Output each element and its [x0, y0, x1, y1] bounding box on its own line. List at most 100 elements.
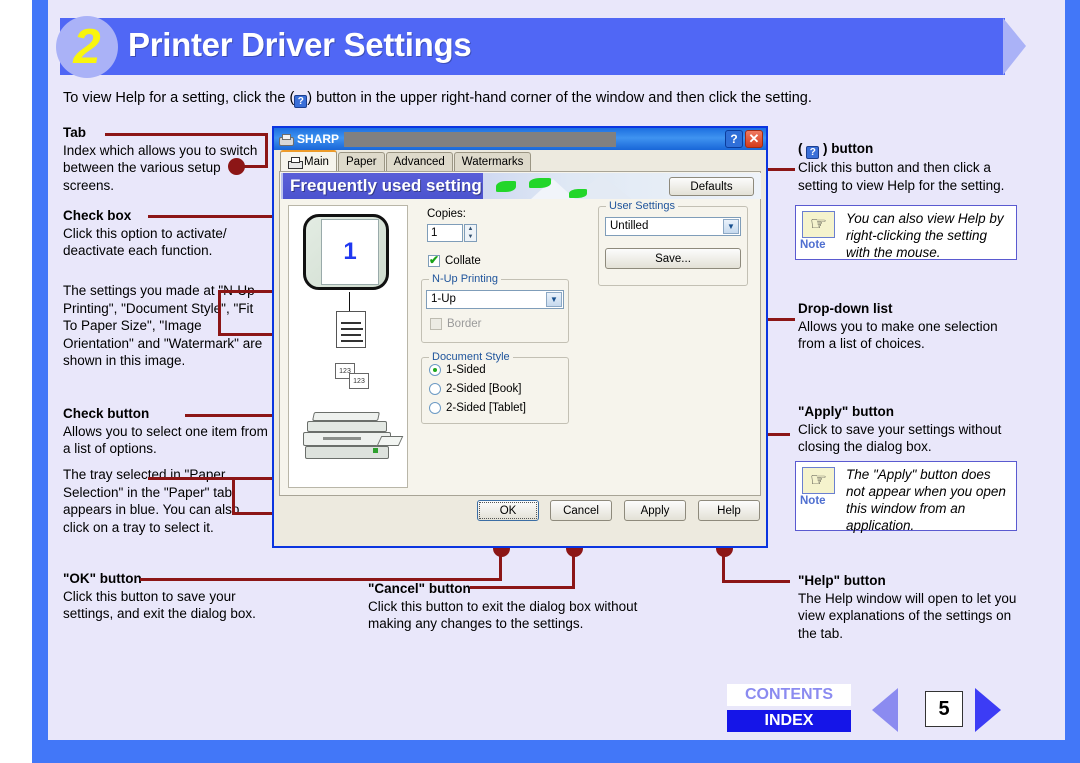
defaults-button[interactable]: Defaults	[669, 177, 754, 196]
copies-spinner-down[interactable]: ▼	[465, 233, 476, 241]
callout-line-tray-v	[232, 477, 235, 515]
tab-advanced[interactable]: Advanced	[385, 152, 453, 171]
user-settings-combo[interactable]: Untilled ▼	[605, 217, 741, 236]
contents-button[interactable]: CONTENTS	[727, 684, 851, 706]
nup-printing-group-title: N-Up Printing	[429, 273, 502, 285]
note-text-help: You can also view Help by right-clicking…	[846, 211, 1004, 260]
intro-text-before: To view Help for a setting, click the (	[63, 90, 295, 106]
titlebar-buttons: ? ✕	[725, 130, 763, 148]
note-hand-icon: ☞	[809, 214, 828, 235]
annotation-help-button: "Help" button The Help window will open …	[798, 572, 1026, 642]
dialog-body: Frequently used setting Defaults 1 123 1…	[279, 171, 761, 496]
annotation-help-icon-body: Click this button and then click a setti…	[798, 160, 1005, 193]
preview-doc-line-3	[341, 334, 361, 336]
preview-printer-illustration[interactable]	[301, 406, 404, 466]
dialog-app-name: SHARP	[297, 132, 340, 146]
note-label-apply: Note	[800, 495, 826, 507]
cancel-button[interactable]: Cancel	[550, 500, 612, 521]
annotation-apply-body: Click to save your settings without clos…	[798, 421, 1002, 455]
callout-line-tab	[105, 133, 268, 136]
dialog-titlebar: SHARP ? ✕	[274, 128, 766, 150]
mfp-output-tray	[376, 436, 404, 446]
banner-leaf-icon-3	[569, 189, 587, 198]
save-button[interactable]: Save...	[605, 248, 741, 269]
annotation-cancel-button-body: Click this button to exit the dialog box…	[368, 598, 638, 632]
copies-input[interactable]: 1	[427, 224, 463, 242]
annotation-apply-heading: "Apply" button	[798, 404, 895, 419]
callout-line-tab-v	[265, 133, 268, 168]
preview-page-number: 1	[343, 238, 357, 265]
collate-label: Collate	[445, 255, 481, 267]
tab-advanced-label: Advanced	[393, 156, 445, 168]
annotation-help-suffix: ) button	[819, 141, 874, 156]
preview-document-icon	[336, 311, 366, 348]
copies-spinner[interactable]: ▲ ▼	[464, 224, 477, 242]
tab-main-label: Main	[304, 155, 329, 168]
page-number-indicator: 5	[925, 691, 963, 727]
callout-line-preview-v2	[218, 290, 221, 336]
border-label: Border	[447, 318, 482, 330]
note-box-help: ☞ Note You can also view Help by right-c…	[795, 205, 1017, 260]
titlebar-close-button[interactable]: ✕	[745, 130, 763, 148]
help-question-icon-right: ?	[806, 146, 820, 159]
annotation-help-button-heading: "Help" button	[798, 573, 886, 588]
dialog-footer: OK Cancel Apply Help	[279, 500, 761, 526]
banner-title: Frequently used setting	[283, 173, 483, 199]
tab-watermarks-label: Watermarks	[461, 156, 524, 168]
help-button[interactable]: Help	[698, 500, 760, 521]
mfp-scanner	[307, 421, 387, 432]
callout-line-cancel	[470, 586, 575, 589]
annotation-help-button-body: The Help window will open to let you vie…	[798, 590, 1017, 641]
tab-paper[interactable]: Paper	[337, 152, 385, 171]
preview-collate-stack-2: 123	[349, 373, 369, 389]
border-checkbox[interactable]	[430, 318, 442, 330]
nup-printing-combo[interactable]: 1-Up ▼	[426, 290, 564, 309]
dialog-title-masked	[344, 131, 617, 147]
note-box-apply: ☞ Note The "Apply" button does not appea…	[795, 461, 1017, 533]
callout-dot-tab	[228, 158, 245, 175]
user-settings-group-title: User Settings	[606, 200, 679, 212]
user-settings-value: Untilled	[610, 220, 649, 232]
annotation-check-box-body: Click this option to activate/ deactivat…	[63, 225, 227, 259]
copies-label: Copies:	[427, 208, 466, 220]
mfp-paper-slot	[323, 437, 361, 440]
ok-button[interactable]: OK	[477, 500, 539, 521]
apply-button[interactable]: Apply	[624, 500, 686, 521]
doc-style-radio-1sided[interactable]	[429, 364, 441, 376]
nup-printing-value: 1-Up	[431, 293, 456, 305]
tab-paper-label: Paper	[345, 156, 377, 168]
annotation-check-button: Check button Allows you to select one it…	[63, 405, 268, 458]
help-question-icon: ?	[294, 95, 308, 108]
tab-watermarks[interactable]: Watermarks	[453, 152, 532, 171]
next-page-button[interactable]	[975, 688, 1001, 732]
copies-spinner-up[interactable]: ▲	[465, 225, 476, 233]
preview-doc-line-2	[341, 328, 363, 330]
mfp-feeder	[312, 412, 380, 421]
header-arrow-icon	[1003, 18, 1026, 75]
doc-style-label-2sided-book: 2-Sided [Book]	[446, 383, 522, 395]
note-hand-icon-2: ☞	[809, 470, 828, 491]
preview-doc-line-4	[341, 340, 363, 342]
mfp-indicator	[373, 448, 378, 453]
annotation-ok-button-body: Click this button to save your settings,…	[63, 588, 256, 622]
index-button[interactable]: INDEX	[727, 710, 851, 732]
collate-checkbox[interactable]	[428, 253, 440, 267]
previous-page-button[interactable]	[872, 688, 898, 732]
doc-style-label-1sided: 1-Sided	[446, 364, 486, 376]
annotation-help-icon-button: ( ? ) button Click this button and then …	[798, 140, 1023, 194]
annotation-dropdown-heading: Drop-down list	[798, 301, 893, 316]
annotation-help-prefix: (	[798, 141, 807, 156]
chevron-down-icon-usersettings[interactable]: ▼	[723, 219, 739, 234]
banner-leaf-icon-2	[529, 178, 551, 188]
chevron-down-icon-nup[interactable]: ▼	[546, 292, 562, 307]
doc-style-radio-2sided-book[interactable]	[429, 383, 441, 395]
print-preview-pane[interactable]: 1 123 123	[288, 205, 408, 488]
step-number: 2	[73, 20, 101, 74]
titlebar-help-button[interactable]: ?	[725, 130, 743, 148]
annotation-preview-image: The settings you made at "N-Up Printing"…	[63, 282, 263, 370]
banner-leaf-icon-1	[496, 181, 516, 192]
document-style-group-title: Document Style	[429, 351, 513, 363]
tab-main[interactable]: Main	[280, 150, 337, 171]
settings-banner: Frequently used setting Defaults	[281, 173, 761, 199]
doc-style-radio-2sided-tablet[interactable]	[429, 402, 441, 414]
